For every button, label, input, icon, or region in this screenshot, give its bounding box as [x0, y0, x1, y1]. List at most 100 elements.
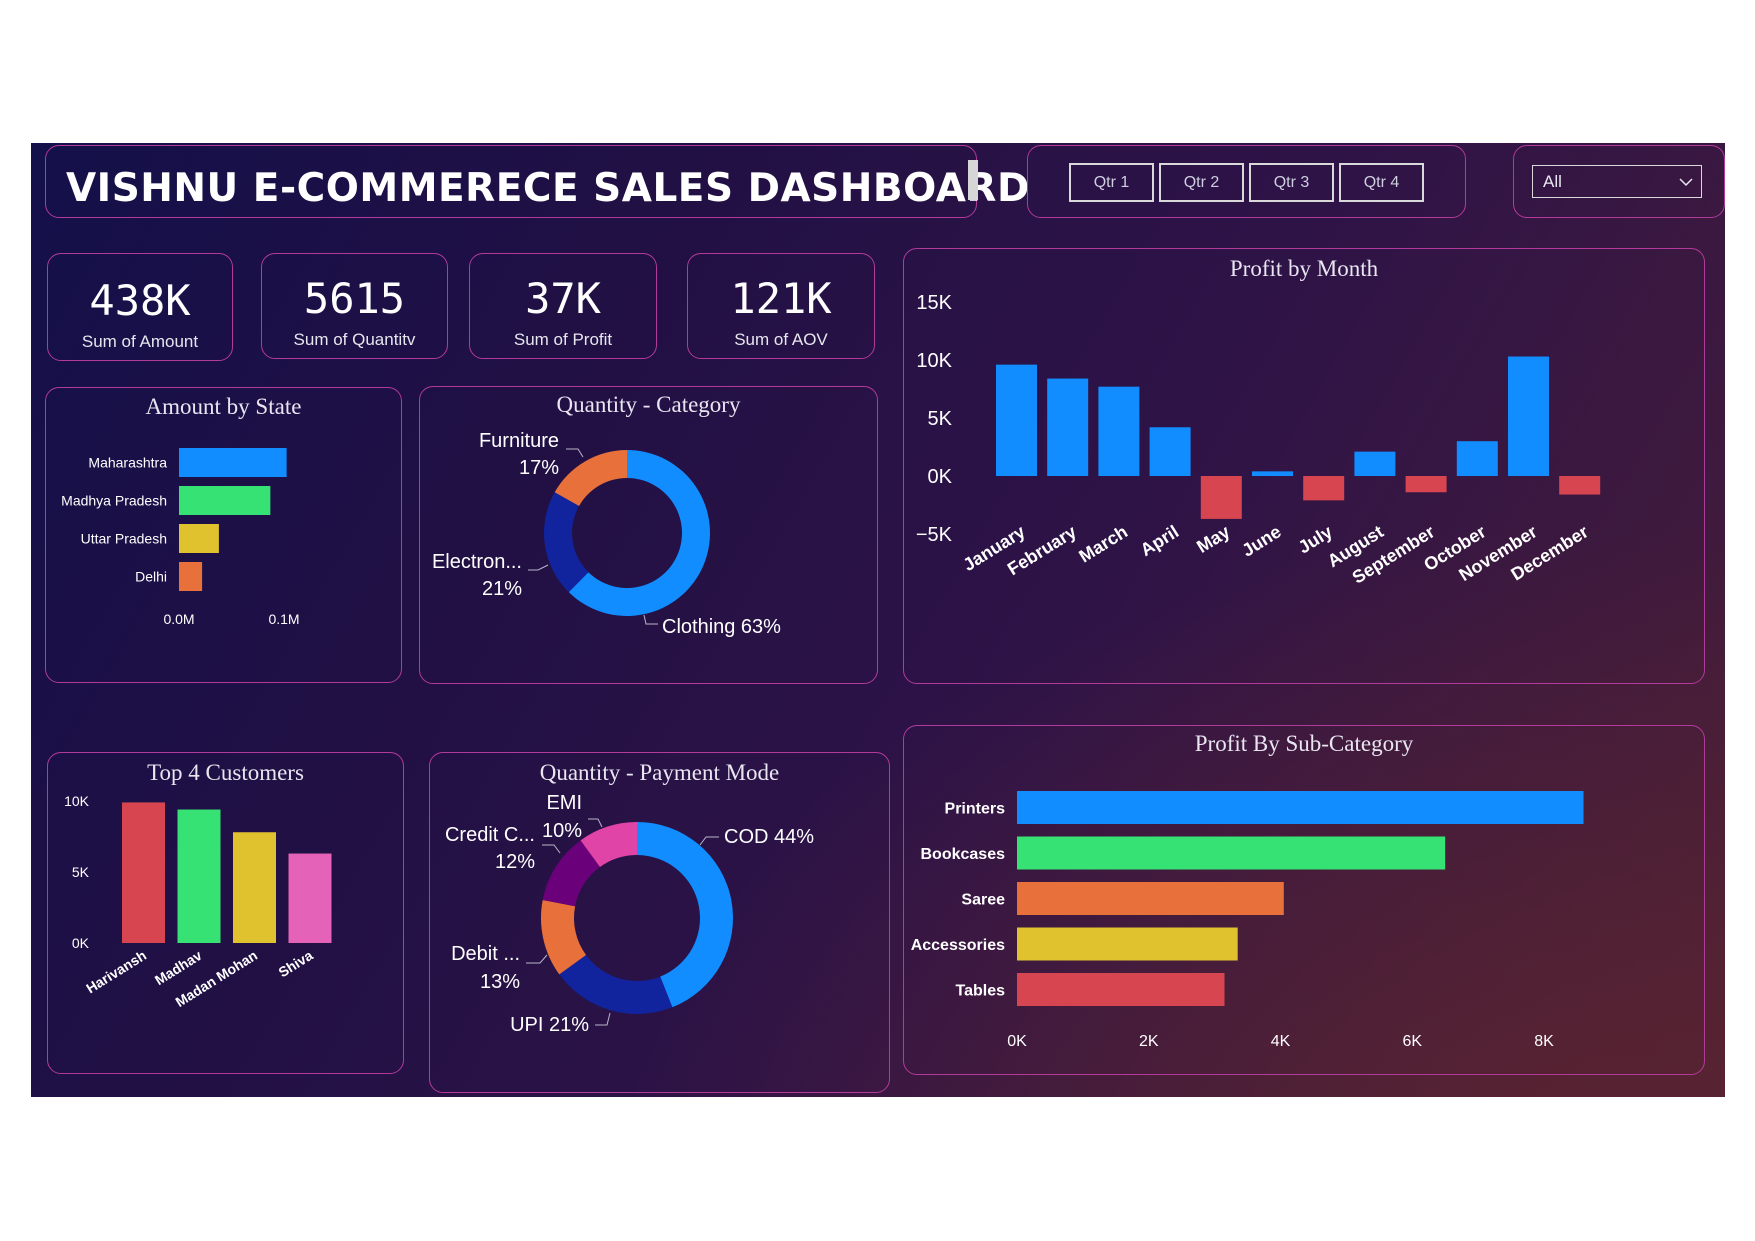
- slice-label: UPI 21%: [510, 1014, 589, 1036]
- y-tick-label: 5K: [928, 408, 953, 430]
- amount-by-state-panel: Amount by State Maharashtra Madhya Prades…: [45, 387, 402, 683]
- kpi-card-amount: 438K Sum of Amount: [47, 253, 233, 361]
- y-tick-label: −5K: [916, 524, 953, 546]
- y-tick-label: 5K: [72, 864, 90, 880]
- x-tick-label: June: [1238, 521, 1284, 560]
- bar: [177, 809, 221, 943]
- bar: [1017, 882, 1284, 915]
- slice-percent: 13%: [480, 971, 520, 993]
- bar: [1149, 427, 1191, 476]
- y-tick-label: 0K: [72, 935, 90, 951]
- profit-by-subcategory-chart: Printers Bookcases Saree Accessories Tables 0…: [911, 791, 1584, 1050]
- top-customers-chart: 10K5K0KHarivansh MadhavMadan Mohan Shiva: [64, 793, 332, 1010]
- bar: [233, 832, 276, 943]
- quarter-slicer: Qtr 1 Qtr 2 Qtr 3 Qtr 4: [1027, 145, 1466, 218]
- kpi-value: 438K: [89, 276, 191, 325]
- payment-mode-chart: COD 44% EMI 10% Credit C... 12% Debit ... 13% U…: [445, 792, 814, 1036]
- leader-line: [595, 1012, 611, 1026]
- top-customers-panel: Top 4 Customers 10K 5K 0K Harivansh Madhav Ma…: [47, 752, 404, 1074]
- x-tick-label: 4K: [1271, 1033, 1291, 1050]
- y-tick-label: 10K: [64, 793, 90, 809]
- bar: [179, 448, 287, 477]
- profit-by-subcategory-panel: Profit By Sub-Category Printers Bookcases…: [903, 725, 1705, 1075]
- slice-label: Electron...: [432, 551, 522, 573]
- x-tick-label: Harivansh: [83, 947, 149, 996]
- y-tick-label: Accessories: [911, 937, 1005, 954]
- kpi-value: 5615: [303, 274, 406, 323]
- y-tick-label: Delhi: [135, 569, 167, 585]
- donut-slice: [559, 955, 673, 1014]
- slice-percent: 21%: [482, 578, 522, 600]
- qtr-1-button[interactable]: Qtr 1: [1069, 163, 1154, 202]
- dropdown-slicer-panel: All: [1513, 145, 1725, 218]
- x-tick-label: 0K: [1007, 1033, 1027, 1050]
- bar: [122, 802, 165, 943]
- qtr-2-button[interactable]: Qtr 2: [1159, 163, 1244, 202]
- bar: [179, 562, 203, 591]
- slice-percent: 17%: [519, 457, 559, 479]
- slice-label: Credit C...: [445, 824, 535, 846]
- leader-line: [699, 836, 719, 846]
- dashboard-title: VISHNU E-COMMERECE SALES DASHBOARD: [66, 166, 1030, 211]
- leader-line: [588, 818, 603, 828]
- x-tick-label: 0.1M: [268, 611, 299, 627]
- bar: [1200, 476, 1242, 519]
- x-tick-label: 2K: [1139, 1033, 1159, 1050]
- y-tick-label: Saree: [961, 892, 1005, 909]
- x-tick-label: April: [1137, 521, 1182, 560]
- leader-line: [643, 614, 658, 625]
- bar: [996, 364, 1037, 476]
- x-tick-label: May: [1193, 521, 1233, 557]
- leader-line: [566, 448, 584, 458]
- x-tick-label: Shiva: [275, 947, 315, 980]
- bar: [1252, 471, 1293, 476]
- kpi-value: 121K: [730, 274, 832, 323]
- y-tick-label: Tables: [956, 983, 1006, 1000]
- bar: [1456, 441, 1498, 476]
- y-tick-label: Uttar Pradesh: [81, 531, 167, 547]
- dropdown-value: All: [1543, 172, 1562, 191]
- leader-line: [526, 954, 548, 964]
- y-tick-label: Bookcases: [921, 846, 1006, 863]
- x-tick-label: March: [1075, 521, 1131, 566]
- kpi-card-profit: 37K Sum of Profit: [469, 253, 657, 359]
- donut-slice: [544, 492, 589, 593]
- filter-dropdown[interactable]: All: [1532, 165, 1702, 198]
- slice-label: Furniture: [479, 430, 559, 452]
- slice-label: COD 44%: [724, 826, 814, 848]
- kpi-label: Sum of AOV: [734, 330, 828, 349]
- dashboard-canvas: VISHNU E-COMMERECE SALES DASHBOARD Qtr 1…: [31, 143, 1725, 1097]
- x-tick-label: 0.0M: [163, 611, 194, 627]
- bar: [1405, 476, 1447, 493]
- bar: [288, 853, 332, 943]
- bar: [1017, 927, 1238, 961]
- y-tick-label: 0K: [928, 466, 953, 488]
- leader-line: [528, 564, 549, 571]
- bar: [1098, 386, 1140, 476]
- bar: [1559, 476, 1601, 495]
- kpi-card-aov: 121K Sum of AOV: [687, 253, 875, 359]
- leader-line: [542, 844, 561, 854]
- qtr-4-button[interactable]: Qtr 4: [1339, 163, 1424, 202]
- profit-by-month-chart: 15K10K5K0K−5K JanuaryFebruaryMarch April Ma…: [916, 292, 1601, 588]
- slice-label: Debit ...: [451, 943, 520, 965]
- y-tick-label: Maharashtra: [88, 455, 167, 471]
- bar: [1017, 791, 1584, 824]
- bar: [1047, 378, 1089, 476]
- payment-mode-panel: Quantity - Payment Mode COD 44% EMI 10% Cre…: [429, 752, 890, 1093]
- bar: [179, 524, 219, 553]
- quantity-category-panel: Quantity - Category Furniture 17% Electron…: [419, 386, 878, 684]
- chevron-down-icon: [1679, 178, 1693, 187]
- qtr-3-button[interactable]: Qtr 3: [1249, 163, 1334, 202]
- slice-label: Clothing 63%: [662, 616, 781, 638]
- slice-percent: 10%: [542, 820, 582, 842]
- y-tick-label: Madhya Pradesh: [61, 493, 167, 509]
- bar: [1508, 356, 1549, 476]
- y-tick-label: 15K: [916, 292, 952, 314]
- bar: [1303, 476, 1345, 501]
- text-cursor: [968, 160, 978, 200]
- x-tick-label: 8K: [1534, 1033, 1554, 1050]
- slice-label: EMI: [546, 792, 582, 814]
- bar: [1017, 836, 1446, 870]
- kpi-label: Sum of Profit: [513, 330, 613, 349]
